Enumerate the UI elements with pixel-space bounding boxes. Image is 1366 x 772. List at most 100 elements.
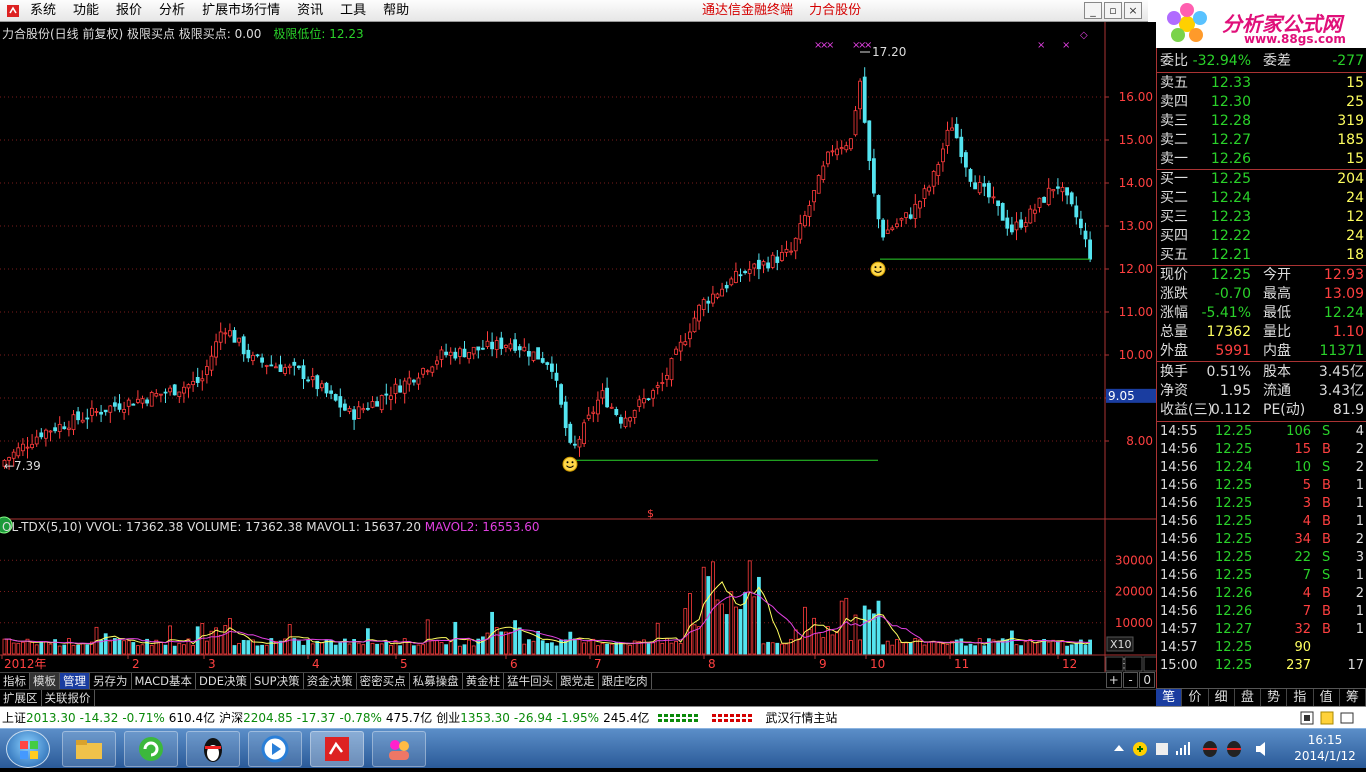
candlesticks <box>2 67 1092 470</box>
system-clock[interactable]: 16:15 2014/1/12 <box>1290 732 1360 764</box>
stat-row: 总量 17362 量比 1.10 <box>1157 323 1366 342</box>
taskbar-contacts[interactable] <box>372 731 426 767</box>
kline-chart[interactable]: 16.0015.0014.0013.0012.0011.0010.009.008… <box>0 22 1156 672</box>
menu-tools[interactable]: 工具 <box>332 0 375 22</box>
volume-bar <box>264 644 269 655</box>
candle-body <box>1005 217 1010 229</box>
rtab-index[interactable]: 指 <box>1287 689 1314 706</box>
taskbar-explorer[interactable] <box>62 731 116 767</box>
tick-row: 14:56 12.26 7 B 1 <box>1157 603 1366 621</box>
zoom-control-1[interactable]: - <box>1122 672 1139 688</box>
tab-sup[interactable]: SUP决策 <box>251 673 304 689</box>
volume-bar <box>876 600 881 655</box>
minimize-button[interactable]: _ <box>1084 2 1102 19</box>
stat-row: 外盘 5991 内盘 11371 <box>1157 342 1366 361</box>
month-label: 11 <box>954 657 969 671</box>
stock-title: 力合股份 <box>809 3 862 18</box>
volume-bar <box>858 639 862 655</box>
zoom-control-2[interactable]: 0 <box>1139 672 1156 688</box>
restore-button[interactable]: ▫ <box>1104 2 1122 19</box>
tab-template[interactable]: 模板 <box>30 673 60 689</box>
volume-bar <box>39 641 44 655</box>
menu-info[interactable]: 资讯 <box>289 0 332 22</box>
message-icon[interactable] <box>1340 711 1354 725</box>
tick-price: 12.25 <box>1215 640 1253 655</box>
fundamental-row: 换手 0.51% 股本 3.45亿 <box>1157 363 1366 382</box>
zoom-control-button[interactable] <box>1105 656 1124 672</box>
rtab-trend[interactable]: 势 <box>1261 689 1288 706</box>
taskbar-tdx[interactable] <box>310 731 364 767</box>
tab-follow-dealer[interactable]: 跟庄吃肉 <box>599 673 652 689</box>
month-label: 4 <box>312 657 320 671</box>
menu-quote[interactable]: 报价 <box>108 0 151 22</box>
taskbar-player[interactable] <box>248 731 302 767</box>
sell-level-label: 卖四 <box>1160 94 1188 110</box>
tray-icons[interactable] <box>1110 737 1280 761</box>
menu-function[interactable]: 功能 <box>65 0 108 22</box>
tab-manage[interactable]: 管理 <box>60 673 90 689</box>
rtab-detail[interactable]: 细 <box>1209 689 1235 706</box>
menu-system[interactable]: 系统 <box>22 0 65 22</box>
zoom-control-button[interactable] <box>1143 656 1156 672</box>
tab-private-fund[interactable]: 私募操盘 <box>410 673 463 689</box>
chart-area[interactable]: 16.0015.0014.0013.0012.0011.0010.009.008… <box>0 22 1156 672</box>
zoom-control-button[interactable] <box>1124 656 1143 672</box>
volume-bar <box>945 643 950 655</box>
tick-count: 4 <box>1355 424 1364 439</box>
volume-bar <box>821 637 826 655</box>
tab-secret-buy[interactable]: 密密买点 <box>357 673 410 689</box>
volume-bar <box>904 642 908 655</box>
tick-volume: 34 <box>1294 532 1311 547</box>
tab-follow-party[interactable]: 跟党走 <box>557 673 599 689</box>
rtab-value[interactable]: 值 <box>1314 689 1340 706</box>
rtab-tick[interactable]: 笔 <box>1156 689 1183 706</box>
volume-bar <box>462 644 467 655</box>
volume-bar <box>439 642 444 655</box>
zoom-control-0[interactable]: + <box>1106 672 1122 688</box>
volume-bar <box>361 644 366 655</box>
tab-fund[interactable]: 资金决策 <box>304 673 357 689</box>
tab-bull-return[interactable]: 猛牛回头 <box>504 673 558 689</box>
smiley-eye <box>879 266 882 269</box>
rtab-chips[interactable]: 筹 <box>1340 689 1366 706</box>
tab-indicator[interactable]: 指标 <box>0 673 30 689</box>
server-station[interactable]: 武汉行情主站 <box>765 709 837 726</box>
volume-bar <box>494 627 499 655</box>
rtab-book[interactable]: 盘 <box>1235 689 1261 706</box>
buy-level-volume: 24 <box>1346 190 1364 206</box>
taskbar-browser[interactable] <box>124 731 178 767</box>
tab-gold-column[interactable]: 黄金柱 <box>463 673 505 689</box>
taskbar-qq[interactable] <box>186 731 240 767</box>
candle-body <box>577 438 582 448</box>
volume-bar <box>747 560 752 655</box>
menu-help[interactable]: 帮助 <box>375 0 418 22</box>
tab-extension-area[interactable]: 扩展区 <box>0 690 42 706</box>
candle-body <box>342 403 347 411</box>
tab-dde[interactable]: DDE决策 <box>196 673 251 689</box>
buy-level-row: 买二 12.24 24 <box>1157 189 1366 208</box>
candle-body <box>457 348 462 357</box>
volume-bar <box>623 643 628 655</box>
rtab-price[interactable]: 价 <box>1182 689 1209 706</box>
tab-related-quote[interactable]: 关联报价 <box>42 690 95 706</box>
close-button[interactable]: × <box>1124 2 1142 19</box>
settings-icon[interactable] <box>1300 711 1314 725</box>
menu-analysis[interactable]: 分析 <box>151 0 194 22</box>
candle-body <box>388 395 393 400</box>
menu-extended-market[interactable]: 扩展市场行情 <box>194 0 289 22</box>
bell-icon[interactable] <box>1320 711 1334 725</box>
month-label: 12 <box>1062 657 1077 671</box>
tab-macd[interactable]: MACD基本 <box>132 673 196 689</box>
candle-body <box>402 380 407 394</box>
candle-body <box>186 384 191 389</box>
tick-volume: 15 <box>1294 442 1311 457</box>
app-icon[interactable] <box>4 2 22 20</box>
tab-save-as[interactable]: 另存为 <box>90 673 132 689</box>
start-button[interactable] <box>6 730 50 768</box>
stat-value: -0.70 <box>1214 286 1251 302</box>
stat-label: 涨跌 <box>1160 286 1188 302</box>
candle-body <box>319 383 324 389</box>
volume-bar <box>113 638 117 655</box>
panel-divider <box>1157 421 1366 422</box>
volume-bar <box>835 631 839 655</box>
